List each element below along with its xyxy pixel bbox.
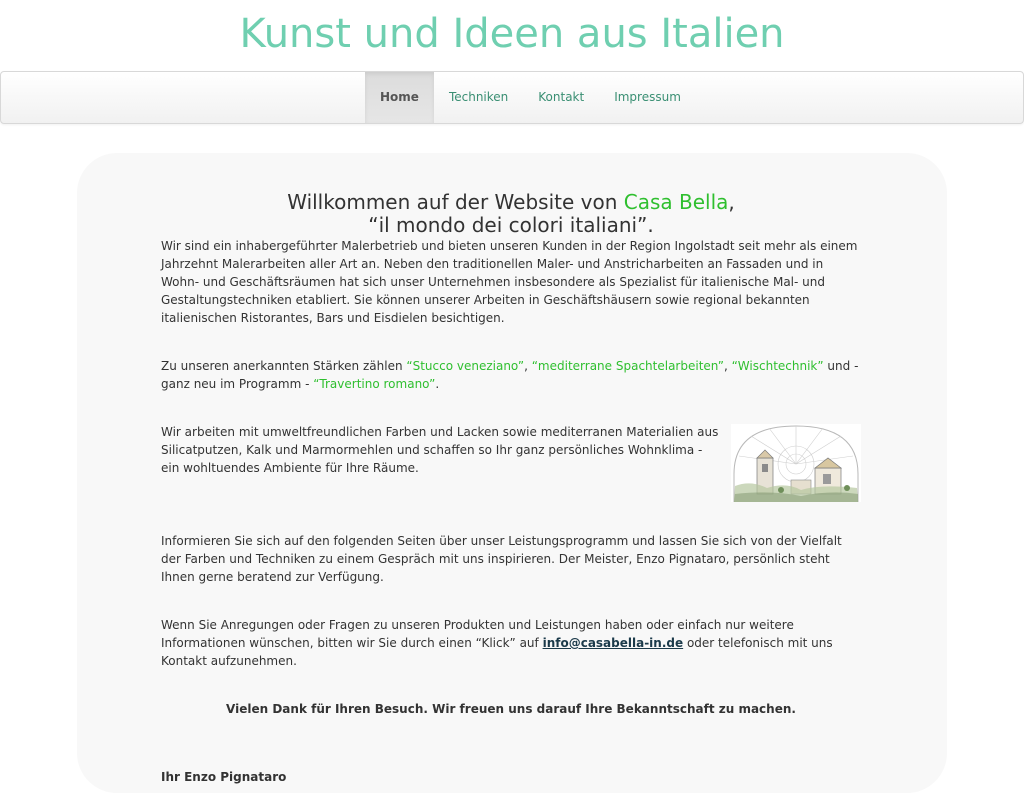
strengths-intro: Zu unseren anerkannten Stärken zählen: [161, 359, 407, 373]
technique-spachtel: “mediterrane Spachtelarbeiten”: [531, 359, 724, 373]
technique-stucco: “Stucco veneziano”: [406, 359, 525, 373]
materials-paragraph: Wir arbeiten mit umweltfreundlichen Farb…: [161, 425, 719, 475]
nav-item-kontakt[interactable]: Kontakt: [523, 72, 599, 123]
content-column: Willkommen auf der Website von Casa Bell…: [161, 153, 861, 786]
strengths-paragraph: Zu unseren anerkannten Stärken zählen “S…: [161, 357, 861, 393]
signature: Ihr Enzo Pignataro: [161, 770, 287, 784]
nav-menu: Home Techniken Kontakt Impressum: [365, 72, 696, 123]
technique-travertino: “Travertino romano”: [313, 377, 436, 391]
info-paragraph: Informieren Sie sich auf den folgenden S…: [161, 534, 842, 584]
welcome-comma: ,: [728, 190, 735, 214]
intro-paragraph: Wir sind ein inhabergeführter Malerbetri…: [161, 239, 858, 325]
thanks-line: Vielen Dank für Ihren Besuch. Wir freuen…: [226, 702, 796, 716]
church-sketch-image: [731, 424, 861, 502]
email-link[interactable]: info@casabella-in.de: [543, 636, 684, 650]
nav-item-home[interactable]: Home: [365, 72, 434, 123]
contact-paragraph: Wenn Sie Anregungen oder Fragen zu unser…: [161, 616, 861, 670]
strengths-separator: ,: [524, 359, 532, 373]
nav-item-techniken[interactable]: Techniken: [434, 72, 523, 123]
materials-row: Wir arbeiten mit umweltfreundlichen Farb…: [161, 423, 861, 502]
technique-wisch: “Wischtechnik”: [731, 359, 824, 373]
welcome-prefix: Willkommen auf der Website von: [287, 190, 624, 214]
welcome-heading: Willkommen auf der Website von Casa Bell…: [161, 191, 861, 237]
strengths-separator: ,: [723, 359, 732, 373]
welcome-tagline: “il mondo dei colori italiani”.: [368, 213, 654, 237]
brand-name: Casa Bella: [623, 190, 729, 214]
church-sketch-illustration: [733, 425, 859, 502]
main-navbar: Home Techniken Kontakt Impressum: [0, 71, 1024, 124]
nav-item-impressum[interactable]: Impressum: [599, 72, 696, 123]
site-title: Kunst und Ideen aus Italien: [239, 11, 785, 57]
strengths-end: .: [435, 377, 440, 391]
content-panel: Willkommen auf der Website von Casa Bell…: [77, 153, 947, 793]
